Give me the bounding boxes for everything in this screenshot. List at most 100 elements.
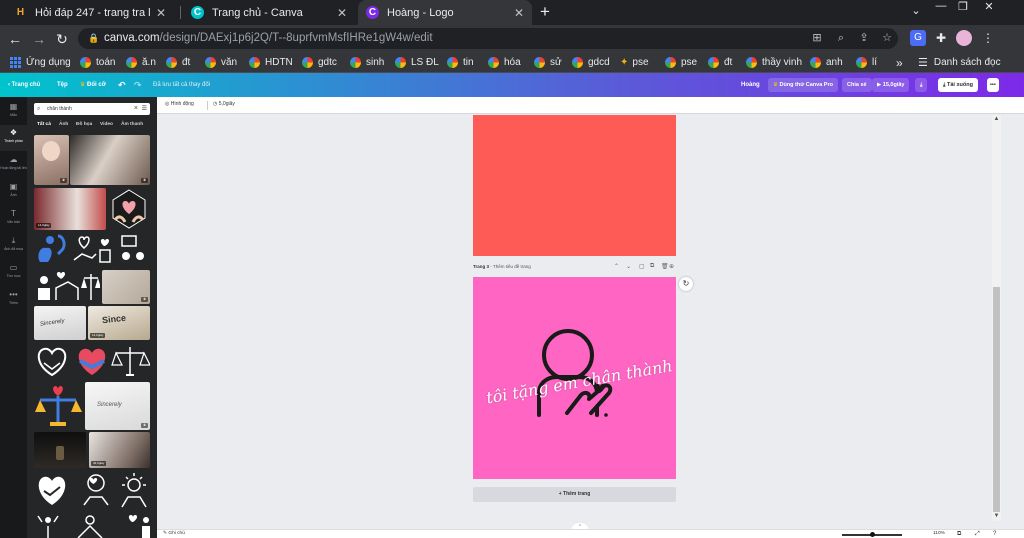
rail-item-uploads[interactable]: ☁ Hoạt động tải lên (0, 152, 27, 178)
bookmark-item[interactable]: pse (665, 54, 697, 71)
tab-all[interactable]: Tất cả (37, 122, 51, 127)
photo-result[interactable]: ♛ (34, 135, 69, 185)
rail-item-elements[interactable]: ❖ Thành phần (0, 125, 27, 151)
clear-search-icon[interactable]: × (134, 103, 138, 115)
move-page-down-icon[interactable]: ⌄ (626, 263, 631, 270)
zoom-slider-knob[interactable] (869, 532, 875, 537)
scroll-down-icon[interactable]: ▼ (992, 512, 1001, 521)
close-window-icon[interactable]: ✕ (978, 0, 1000, 14)
photo-result[interactable]: ♛ (70, 135, 150, 185)
editor-scrollbar[interactable]: ▲ ▼ (992, 115, 1001, 521)
share-page-icon[interactable]: ⇪ (855, 29, 873, 47)
regenerate-icon[interactable]: ↻ (679, 277, 693, 291)
page-label[interactable]: Trang 3 - Thêm tiêu đề trang (473, 264, 531, 269)
tab-graphics[interactable]: Đồ họa (76, 122, 92, 127)
browser-tab-hoidap[interactable]: H Hỏi đáp 247 - trang tra loi ✕ (6, 0, 174, 25)
fullscreen-icon[interactable]: ⤢ (975, 531, 980, 538)
bookmark-item[interactable]: sử (534, 54, 562, 71)
undo-button[interactable]: ↶ (118, 73, 126, 97)
browser-tab-canva-home[interactable]: C Trang chủ - Canva ✕ (183, 0, 355, 25)
profile-avatar-icon[interactable] (956, 30, 972, 46)
rail-item-more[interactable]: ••• Thêm (0, 287, 27, 313)
forward-icon[interactable]: → (29, 29, 49, 49)
present-button[interactable]: ▶ 15,0giây (872, 78, 910, 92)
tab-audio[interactable]: Âm thanh (121, 122, 143, 127)
rail-item-purchased[interactable]: ⤓ Ảnh đã mua (0, 233, 27, 259)
help-icon[interactable]: ? (993, 531, 996, 537)
move-page-up-icon[interactable]: ⌃ (614, 263, 619, 270)
reload-icon[interactable]: ↻ (52, 29, 72, 49)
tab-search-icon[interactable]: ⌄ (905, 4, 927, 18)
tab-video[interactable]: Video (100, 122, 113, 127)
graphic-result[interactable] (34, 232, 150, 268)
graphic-result[interactable] (34, 382, 82, 430)
home-button[interactable]: ‹ Trang chủ (8, 73, 40, 97)
bookmark-item[interactable]: hóa (488, 54, 521, 71)
extensions-puzzle-icon[interactable]: ✚ (933, 30, 949, 46)
scrollbar-thumb[interactable] (993, 287, 1000, 512)
bookmarks-overflow-button[interactable]: » (896, 54, 903, 71)
chrome-menu-icon[interactable]: ⋮ (980, 30, 996, 46)
bookmark-item[interactable]: tin (447, 54, 474, 71)
tab-photos[interactable]: Ảnh (59, 122, 68, 127)
design-page-2[interactable] (473, 115, 676, 256)
address-bar[interactable]: 🔒 canva.com/design/DAExj1p6j2Q/T--8uprfv… (78, 28, 898, 49)
graphic-result[interactable] (34, 471, 150, 511)
graphic-result[interactable] (34, 512, 150, 538)
bookmark-item[interactable]: gdtc (302, 54, 337, 71)
bookmark-item[interactable]: LS ĐL (395, 54, 439, 71)
bookmark-item[interactable]: sinh (350, 54, 384, 71)
zoom-level[interactable]: 110% (933, 531, 945, 536)
bookmark-item[interactable]: thầy vinh (746, 54, 802, 71)
animate-button[interactable]: ◎ Hình động (165, 101, 194, 107)
graphic-result[interactable] (34, 343, 150, 379)
zoom-icon[interactable]: ⌕ (832, 29, 850, 47)
reading-list-button[interactable]: ☰ Danh sách đọc (918, 54, 1001, 71)
bookmark-item[interactable]: HDTN (249, 54, 293, 71)
photo-result[interactable]: ♛ (102, 270, 150, 304)
back-icon[interactable]: ← (5, 29, 25, 49)
photo-result[interactable] (34, 432, 86, 468)
translate-icon[interactable]: ⊞ (808, 29, 826, 47)
video-result[interactable]: 14,0giây (34, 188, 106, 230)
hide-page-icon[interactable]: ▢ (639, 263, 645, 270)
bookmark-item[interactable]: ă.n (126, 54, 156, 71)
bookmark-item[interactable]: anh (810, 54, 843, 71)
try-pro-button[interactable]: ♛ Dùng thử Canva Pro (768, 78, 838, 92)
download-alt-icon[interactable]: ⤓ (915, 78, 928, 92)
bookmark-item[interactable]: ✦ pse (620, 54, 649, 71)
rail-item-text[interactable]: T Văn bản (0, 206, 27, 232)
bookmark-star-icon[interactable]: ☆ (878, 29, 896, 47)
bookmark-item[interactable]: gdcd (572, 54, 610, 71)
element-search-input[interactable]: ⌕ chân thành × ☰ (34, 103, 150, 115)
translate-extension-icon[interactable]: G (910, 30, 926, 46)
scroll-up-icon[interactable]: ▲ (992, 115, 1001, 124)
duration-button[interactable]: ◷ 5,0giây (213, 101, 235, 107)
photo-result[interactable]: Sincerely (34, 306, 86, 340)
redo-button[interactable]: ↷ (134, 73, 142, 97)
new-tab-button[interactable]: + (540, 2, 550, 22)
add-page-icon[interactable]: ⊕ (669, 263, 674, 270)
video-result[interactable]: 32,0giây (89, 432, 150, 468)
zoom-slider[interactable] (842, 532, 902, 537)
minimize-icon[interactable]: — (930, 0, 952, 14)
rail-item-photos[interactable]: ▣ Ảnh (0, 179, 27, 205)
more-options-button[interactable]: ••• (987, 78, 999, 92)
notes-button[interactable]: ✎ Ghi chú (163, 531, 185, 536)
close-tab-icon[interactable]: ✕ (514, 6, 524, 20)
bookmark-item[interactable]: lí (856, 54, 877, 71)
rail-item-folders[interactable]: ▭ Thư mục (0, 260, 27, 286)
bookmark-apps[interactable]: Ứng dụng (10, 54, 71, 71)
photo-result[interactable]: Sincerely ♛ (85, 382, 150, 430)
bookmark-item[interactable]: toán (80, 54, 115, 71)
bookmark-item[interactable]: đt (166, 54, 190, 71)
graphic-result[interactable] (34, 270, 100, 304)
restore-icon[interactable]: ❐ (952, 0, 974, 14)
resize-button[interactable]: ♛ Đổi cỡ (80, 73, 106, 97)
rail-item-templates[interactable]: ▦ Mẫu (0, 99, 27, 125)
page-count-icon[interactable]: ⧉ (957, 531, 961, 538)
delete-page-icon[interactable]: 🗑 (661, 263, 669, 270)
bookmark-item[interactable]: văn (205, 54, 237, 71)
share-button[interactable]: Chia sẻ (842, 78, 872, 92)
design-page-3[interactable]: tôi tặng em chân thành (473, 277, 676, 479)
